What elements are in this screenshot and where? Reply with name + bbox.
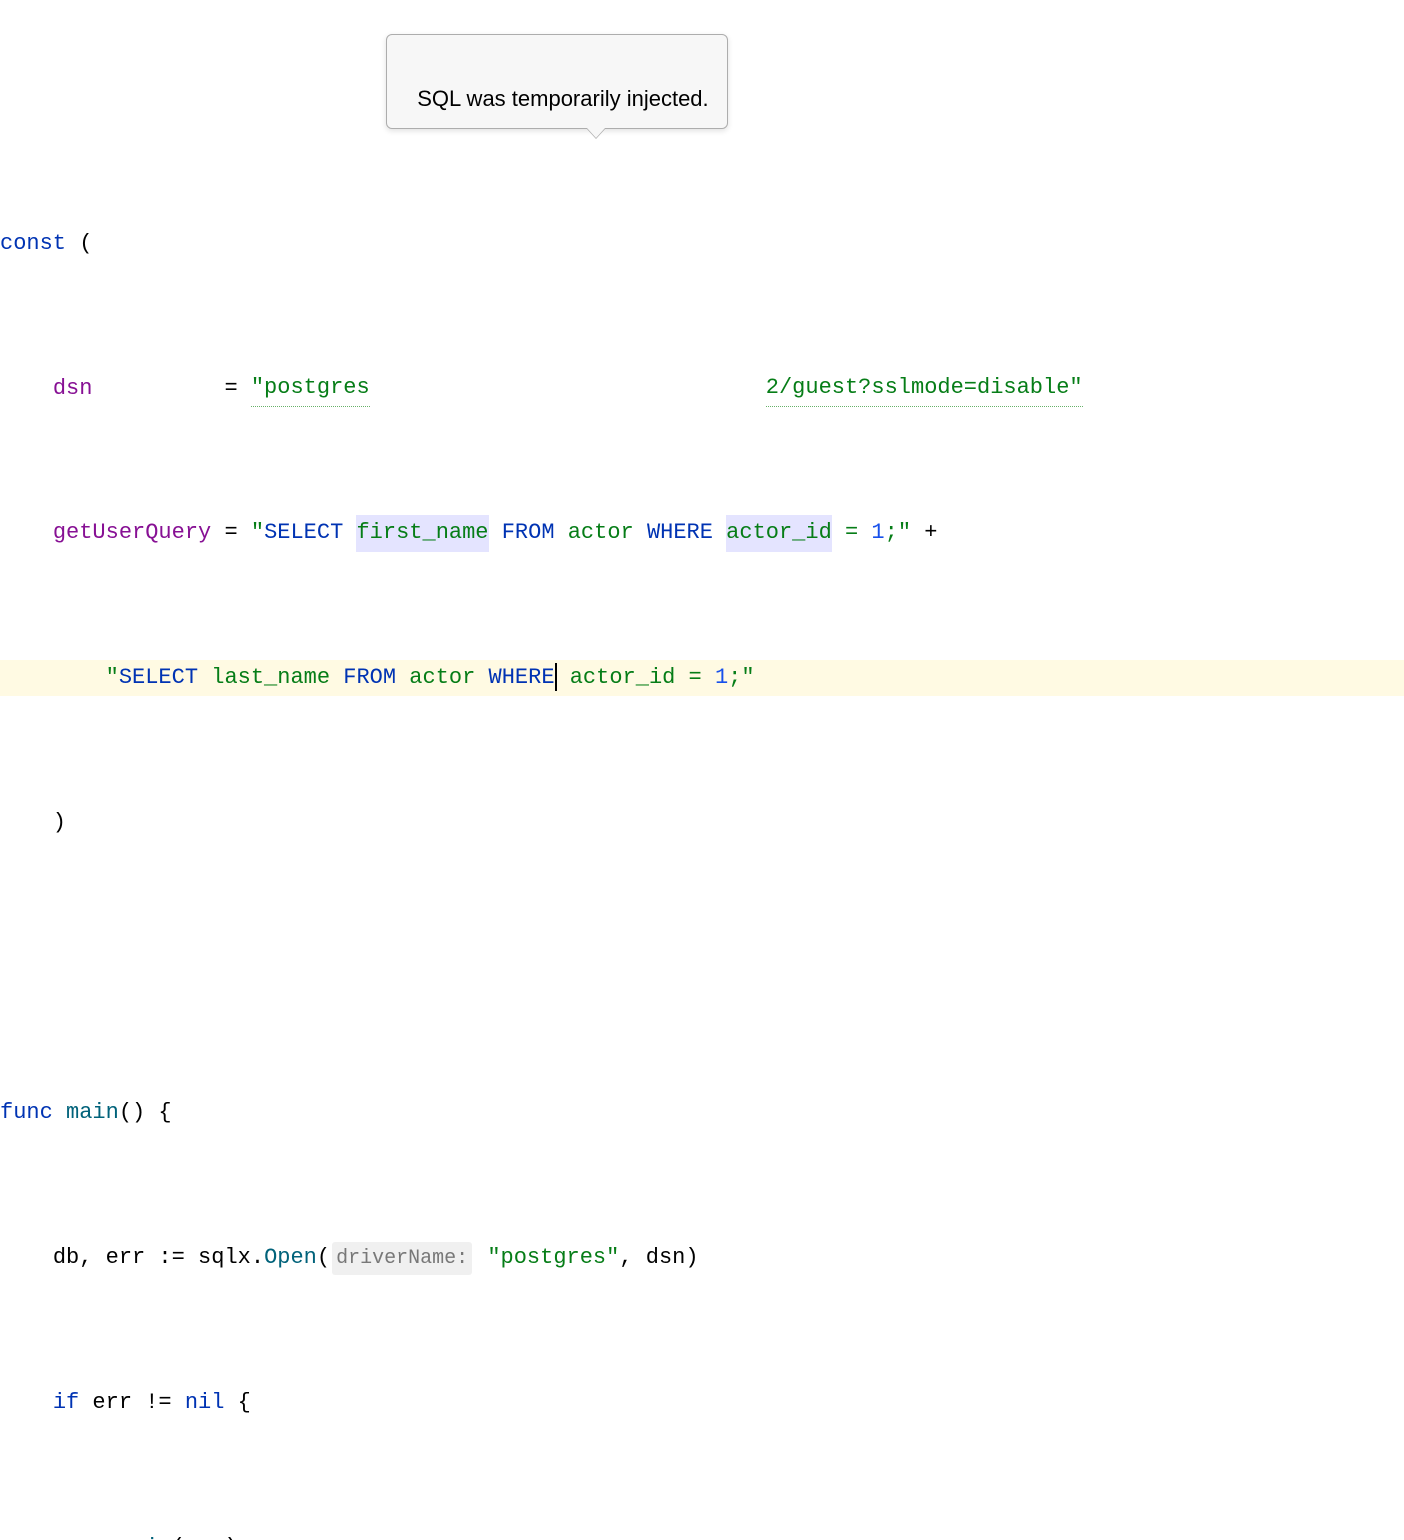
semi: ; [728, 660, 741, 696]
sp [713, 515, 726, 551]
indent [0, 660, 106, 696]
sql-number: 1 [715, 660, 728, 696]
var-err: err [92, 1385, 132, 1421]
string-literal: 2/guest?sslmode=disable" [766, 370, 1083, 407]
sp [557, 660, 570, 696]
sql-col-firstname: first_name [356, 515, 488, 551]
sp [474, 1240, 487, 1276]
sql-col-lastname: last_name [211, 660, 330, 696]
ne: != [132, 1385, 185, 1421]
brace: { [224, 1385, 250, 1421]
string-postgres: "postgres" [487, 1240, 619, 1276]
code-line[interactable]: func main() { [0, 1095, 1404, 1131]
comma: , [79, 1240, 105, 1276]
sql-table-actor: actor [409, 660, 475, 696]
plus: + [911, 515, 937, 551]
sp-eq: = [832, 515, 872, 551]
sp [79, 1385, 92, 1421]
string-literal: "postgres [251, 370, 370, 407]
keyword-const: const [0, 226, 66, 262]
var-dsn-ref: dsn [646, 1240, 686, 1276]
close-paren: ) [0, 805, 66, 841]
quote: " [898, 515, 911, 551]
semi: ; [885, 515, 898, 551]
sp [343, 515, 356, 551]
indent [0, 1530, 106, 1540]
quote: " [251, 515, 264, 551]
builtin-panic: panic [106, 1530, 172, 1540]
inspection-tooltip[interactable]: SQL was temporarily injected. [386, 34, 728, 129]
keyword-if: if [53, 1385, 79, 1421]
paren: ( [172, 1530, 185, 1540]
text-cursor [555, 663, 557, 691]
sql-col-actorid: actor_id [726, 515, 832, 551]
sp [475, 660, 488, 696]
code-line[interactable]: if err != nil { [0, 1385, 1404, 1421]
quote: " [106, 660, 119, 696]
sql-keyword-select: SELECT [119, 660, 198, 696]
sp [396, 660, 409, 696]
sp [330, 660, 343, 696]
sp [53, 1095, 66, 1131]
keyword-nil: nil [185, 1385, 225, 1421]
paren-close: ) [685, 1240, 698, 1276]
pad [92, 371, 224, 407]
code-line[interactable]: const ( [0, 226, 1404, 262]
var-db: db [53, 1240, 79, 1276]
blank-line[interactable] [0, 950, 1404, 986]
pkg-sqlx: sqlx [198, 1240, 251, 1276]
sql-number: 1 [871, 515, 884, 551]
sql-keyword-from: FROM [502, 515, 555, 551]
code-editor[interactable]: const ( dsn = "postgres 2/guest?sslmode=… [0, 145, 1404, 1540]
dot: . [251, 1240, 264, 1276]
sql-keyword-where: WHERE [489, 660, 555, 696]
var-getuserquery: getUserQuery [53, 515, 211, 551]
sp-eq: = [675, 660, 715, 696]
paren-open: ( [317, 1240, 330, 1276]
sql-keyword-from: FROM [343, 660, 396, 696]
indent [0, 1385, 53, 1421]
method-open: Open [264, 1240, 317, 1276]
func-main: main [66, 1095, 119, 1131]
eq: = [211, 515, 251, 551]
eq: = [224, 371, 250, 407]
code-line[interactable]: ) [0, 805, 1404, 841]
brace: { [145, 1095, 171, 1131]
sp [198, 660, 211, 696]
sp [489, 515, 502, 551]
sql-table-actor: actor [568, 515, 634, 551]
parens: () [119, 1095, 145, 1131]
indent [0, 1240, 53, 1276]
paren-close: ) [224, 1530, 237, 1540]
code-line[interactable]: panic(err) [0, 1530, 1404, 1540]
sp [555, 515, 568, 551]
var-dsn: dsn [53, 371, 93, 407]
param-hint: driverName: [332, 1242, 472, 1275]
comma: , [619, 1240, 645, 1276]
code-line[interactable]: db, err := sqlx.Open(driverName: "postgr… [0, 1240, 1404, 1276]
sp [634, 515, 647, 551]
sql-keyword-where: WHERE [647, 515, 713, 551]
sql-col-actorid: actor_id [570, 660, 676, 696]
keyword-func: func [0, 1095, 53, 1131]
tooltip-text: SQL was temporarily injected. [417, 86, 708, 111]
indent [0, 515, 53, 551]
text: ( [66, 226, 92, 262]
assign: := [145, 1240, 198, 1276]
quote: " [741, 660, 754, 696]
sql-keyword-select: SELECT [264, 515, 343, 551]
code-line-current[interactable]: "SELECT last_name FROM actor WHERE actor… [0, 660, 1404, 696]
indent [0, 371, 53, 407]
code-line[interactable]: getUserQuery = "SELECT first_name FROM a… [0, 516, 1404, 552]
var-err: err [106, 1240, 146, 1276]
var-err: err [185, 1530, 225, 1540]
code-line[interactable]: dsn = "postgres 2/guest?sslmode=disable" [0, 371, 1404, 407]
